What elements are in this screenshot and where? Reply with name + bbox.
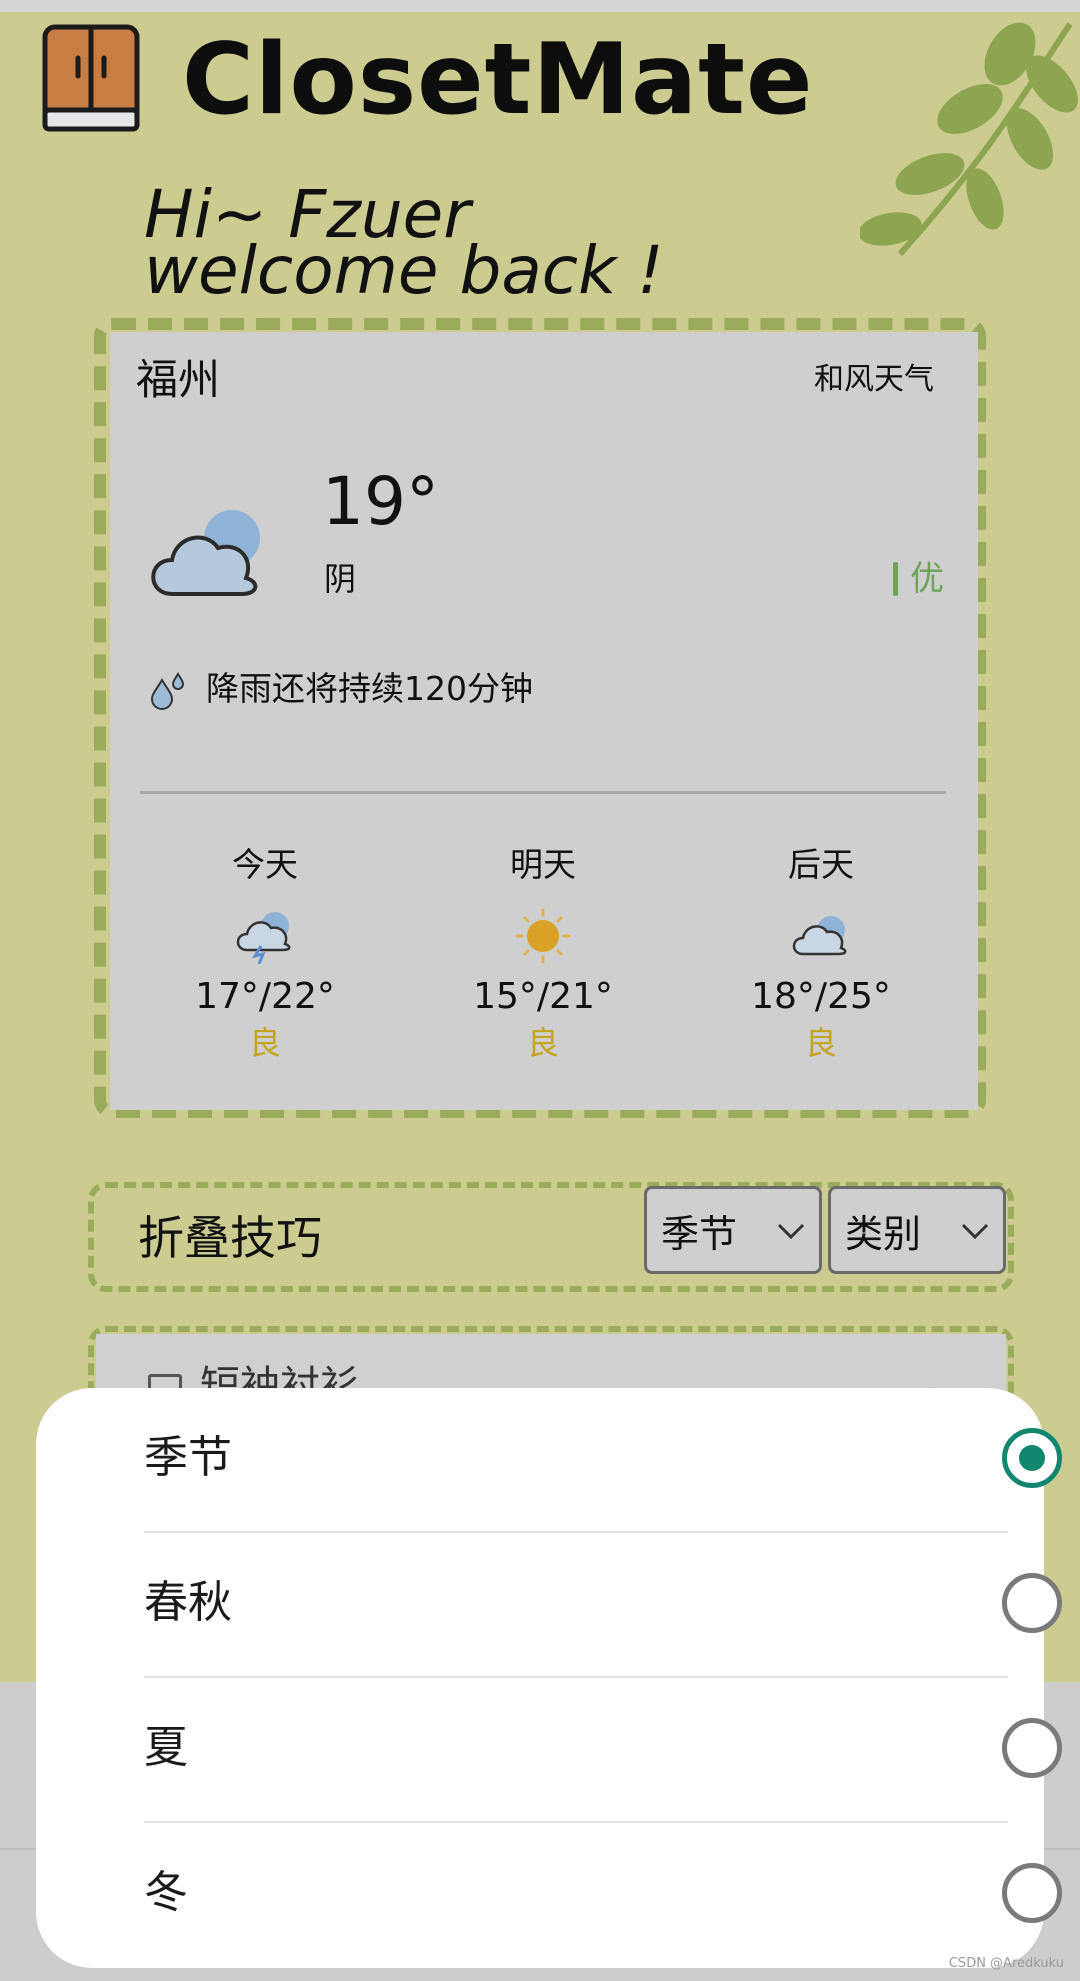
weather-provider: 和风天气	[814, 362, 934, 397]
rain-notice: 降雨还将持续120分钟	[206, 669, 533, 708]
forecast-day-label: 明天	[510, 845, 576, 884]
season-option-label: 季节	[144, 1432, 232, 1483]
folding-tips-title: 折叠技巧	[138, 1211, 322, 1265]
forecast-air-quality: 良	[526, 1024, 559, 1062]
radio-selected[interactable]	[1002, 1428, 1062, 1488]
app-title: ClosetMate	[182, 23, 814, 137]
radio-unselected[interactable]	[1002, 1863, 1062, 1923]
forecast-day-label: 后天	[788, 845, 854, 884]
sun-icon	[515, 908, 571, 964]
greeting-line-2: welcome back !	[144, 232, 664, 309]
air-quality-indicator	[893, 562, 898, 596]
radio-unselected[interactable]	[1002, 1718, 1062, 1778]
current-temperature: 19°	[322, 463, 439, 540]
chevron-down-icon	[777, 1223, 805, 1240]
thunder-rain-icon	[236, 912, 291, 964]
wardrobe-icon	[42, 24, 140, 132]
city-name: 福州	[136, 355, 221, 404]
forecast-air-quality: 良	[804, 1024, 837, 1062]
chevron-down-icon	[961, 1223, 989, 1240]
forecast-day-3: 后天 18°/25° 良	[721, 842, 921, 1066]
current-condition: 阴	[324, 560, 357, 598]
forecast-air-quality: 良	[248, 1024, 281, 1062]
forecast-day-1: 今天 17°/22° 良	[165, 842, 365, 1066]
season-option-label: 春秋	[144, 1577, 232, 1628]
season-option-label: 冬	[144, 1867, 188, 1918]
category-dropdown-label: 类别	[845, 1211, 922, 1256]
season-option[interactable]: 季节	[108, 1388, 1062, 1533]
season-option[interactable]: 夏	[108, 1678, 1062, 1823]
air-quality-label: 优	[910, 559, 944, 599]
season-picker-sheet: 季节 春秋 夏 冬	[36, 1388, 1062, 1968]
season-dropdown[interactable]: 季节	[644, 1186, 822, 1274]
season-option-label: 夏	[144, 1722, 188, 1773]
weather-divider	[140, 791, 946, 794]
forecast-day-label: 今天	[232, 845, 298, 884]
forecast-day-2: 明天 15°/21° 良	[443, 842, 643, 1066]
watermark: CSDN @Aredkuku	[948, 1956, 1064, 1971]
forecast-temperature-range: 18°/25°	[751, 976, 891, 1017]
rain-drops-icon	[150, 672, 185, 710]
category-dropdown[interactable]: 类别	[828, 1186, 1006, 1274]
season-dropdown-label: 季节	[661, 1211, 738, 1256]
forecast-temperature-range: 17°/22°	[195, 976, 335, 1017]
status-strip	[0, 0, 1080, 12]
season-option[interactable]: 春秋	[108, 1533, 1062, 1678]
cloudy-icon	[151, 510, 260, 596]
radio-unselected[interactable]	[1002, 1573, 1062, 1633]
leaf-branch-decoration	[860, 22, 1078, 257]
forecast-temperature-range: 15°/21°	[473, 976, 613, 1017]
cloudy-icon	[792, 916, 847, 956]
season-option[interactable]: 冬	[108, 1823, 1062, 1968]
